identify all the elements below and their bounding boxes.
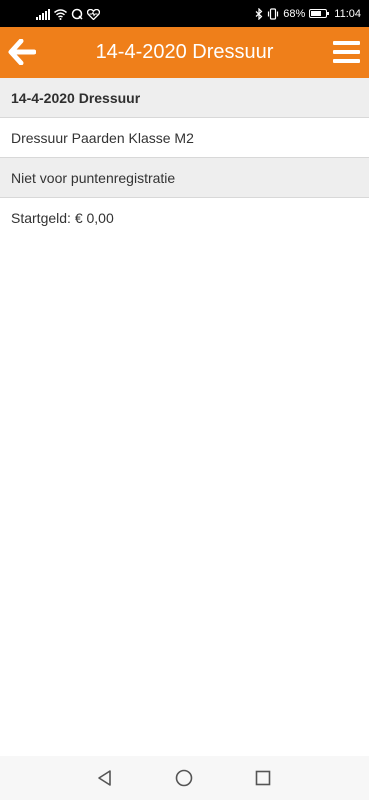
hamburger-menu-button[interactable] [332, 38, 362, 66]
status-bar: 68% 11:04 [0, 0, 369, 27]
registration-note-row: Niet voor puntenregistratie [0, 158, 369, 198]
class-name-row: Dressuur Paarden Klasse M2 [0, 118, 369, 158]
arrow-left-icon [8, 39, 36, 65]
sync-icon [71, 8, 83, 20]
detail-list: 14-4-2020 Dressuur Dressuur Paarden Klas… [0, 78, 369, 238]
back-button[interactable] [5, 35, 39, 69]
detail-heading: 14-4-2020 Dressuur [0, 78, 369, 118]
system-nav-bar [0, 756, 369, 800]
app-header: 14-4-2020 Dressuur [0, 27, 369, 78]
hamburger-menu-line [333, 50, 360, 54]
recents-square-icon[interactable] [253, 768, 273, 788]
page-title: 14-4-2020 Dressuur [95, 41, 274, 63]
status-left-icons [36, 7, 100, 21]
bluetooth-icon [255, 7, 263, 20]
home-circle-icon[interactable] [174, 768, 194, 788]
battery-percent: 68% [283, 7, 306, 20]
health-icon [87, 8, 100, 20]
signal-icon [36, 8, 50, 20]
vibrate-icon [268, 7, 279, 20]
hamburger-menu-icon [333, 41, 360, 45]
back-triangle-icon[interactable] [95, 768, 115, 788]
wifi-icon [54, 8, 67, 20]
entry-fee-row: Startgeld: € 0,00 [11, 210, 114, 226]
clock: 11:04 [334, 7, 361, 20]
status-right-area: 68% 11:04 [255, 6, 361, 21]
battery-icon [309, 9, 330, 18]
hamburger-menu-line [333, 59, 360, 63]
